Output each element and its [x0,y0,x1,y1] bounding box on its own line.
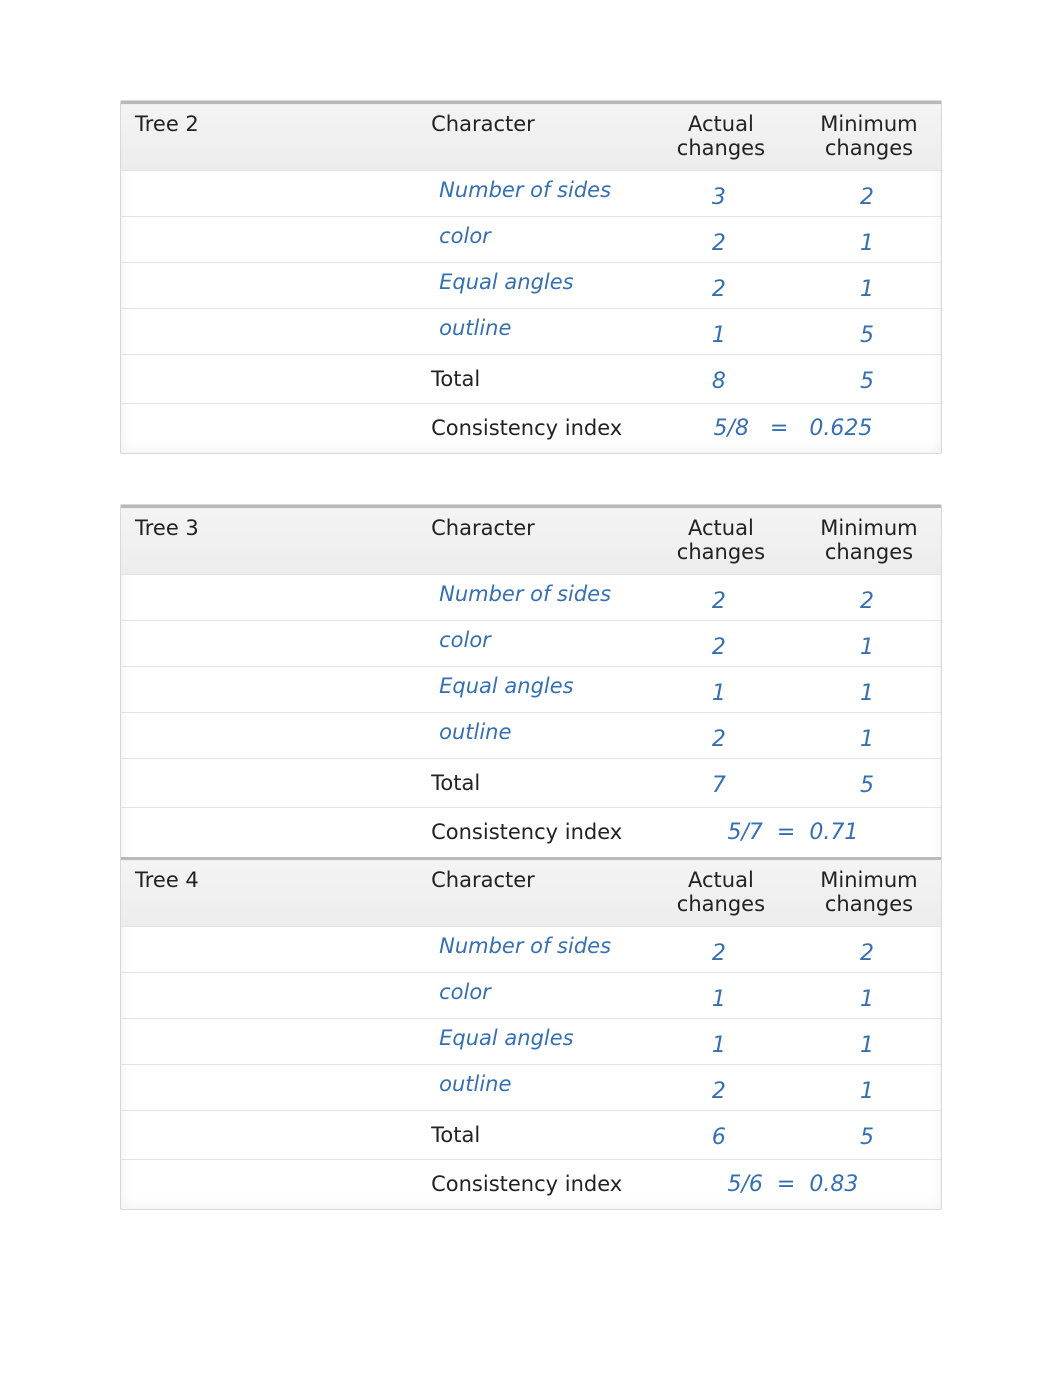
min-value: 1 [793,621,941,666]
actual-value: 2 [645,713,793,758]
ci-value: 5/7 = 0.71 [645,808,941,857]
col-minimum: Minimum changes [793,508,941,574]
min-value: 1 [793,217,941,262]
col-actual: Actual changes [645,860,793,926]
character-label: Equal angles [417,1019,645,1057]
tree-title: Tree 3 [121,508,417,550]
total-label: Total [417,1111,645,1159]
table-row: color 1 1 [121,973,941,1019]
table-row: color 2 1 [121,621,941,667]
actual-value: 1 [645,309,793,354]
actual-value: 1 [645,1019,793,1064]
min-value: 2 [793,171,941,216]
ci-label: Consistency index [417,1160,645,1208]
ci-row: Consistency index 5/6 = 0.83 [121,1160,941,1210]
actual-value: 1 [645,973,793,1018]
total-row: Total 7 5 [121,759,941,808]
col-character: Character [417,860,645,902]
actual-value: 2 [645,927,793,972]
actual-value: 2 [645,575,793,620]
character-label: color [417,973,645,1011]
min-value: 2 [793,927,941,972]
ci-row: Consistency index 5/8 = 0.625 [121,404,941,454]
min-value: 1 [793,667,941,712]
table-row: Number of sides 2 2 [121,575,941,621]
table-row: outline 2 1 [121,713,941,759]
col-character: Character [417,508,645,550]
character-label: Number of sides [417,171,645,209]
character-label: outline [417,1065,645,1103]
ci-value: 5/6 = 0.83 [645,1160,941,1209]
min-value: 2 [793,575,941,620]
tree3-4-panel: Tree 3 Character Actual changes Minimum … [120,504,942,1210]
min-value: 1 [793,713,941,758]
ci-label: Consistency index [417,808,645,856]
min-value: 1 [793,263,941,308]
actual-value: 2 [645,263,793,308]
col-actual: Actual changes [645,508,793,574]
tree2-panel: Tree 2 Character Actual changes Minimum … [120,100,942,454]
total-row: Total 8 5 [121,355,941,404]
col-minimum: Minimum changes [793,860,941,926]
character-label: Equal angles [417,667,645,705]
actual-value: 2 [645,621,793,666]
table-row: Equal angles 1 1 [121,667,941,713]
total-min: 5 [793,1111,941,1156]
actual-value: 2 [645,217,793,262]
table-row: Number of sides 3 2 [121,171,941,217]
table-row: Equal angles 2 1 [121,263,941,309]
total-label: Total [417,759,645,807]
tree3-table: Tree 3 Character Actual changes Minimum … [121,505,941,1209]
total-min: 5 [793,355,941,400]
col-actual: Actual changes [645,104,793,170]
col-minimum: Minimum changes [793,104,941,170]
character-label: color [417,217,645,255]
ci-value: 5/8 = 0.625 [645,404,941,453]
character-label: color [417,621,645,659]
total-min: 5 [793,759,941,804]
table-row: outline 2 1 [121,1065,941,1111]
character-label: Equal angles [417,263,645,301]
min-value: 1 [793,1019,941,1064]
min-value: 1 [793,1065,941,1110]
total-label: Total [417,355,645,403]
table-header-row: Tree 3 Character Actual changes Minimum … [121,507,941,575]
table-row: outline 1 5 [121,309,941,355]
actual-value: 1 [645,667,793,712]
actual-value: 2 [645,1065,793,1110]
total-actual: 8 [645,355,793,400]
table-row: color 2 1 [121,217,941,263]
tree-title: Tree 4 [121,860,417,902]
ci-row: Consistency index 5/7 = 0.71 [121,808,941,859]
table-row: Number of sides 2 2 [121,927,941,973]
ci-label: Consistency index [417,404,645,452]
character-label: outline [417,309,645,347]
character-label: Number of sides [417,927,645,965]
col-character: Character [417,104,645,146]
character-label: Number of sides [417,575,645,613]
total-actual: 7 [645,759,793,804]
tree2-table: Tree 2 Character Actual changes Minimum … [121,101,941,453]
total-actual: 6 [645,1111,793,1156]
tree-title: Tree 2 [121,104,417,146]
min-value: 5 [793,309,941,354]
actual-value: 3 [645,171,793,216]
character-label: outline [417,713,645,751]
min-value: 1 [793,973,941,1018]
table-row: Equal angles 1 1 [121,1019,941,1065]
table-header-row: Tree 4 Character Actual changes Minimum … [121,859,941,927]
total-row: Total 6 5 [121,1111,941,1160]
table-header-row: Tree 2 Character Actual changes Minimum … [121,103,941,171]
